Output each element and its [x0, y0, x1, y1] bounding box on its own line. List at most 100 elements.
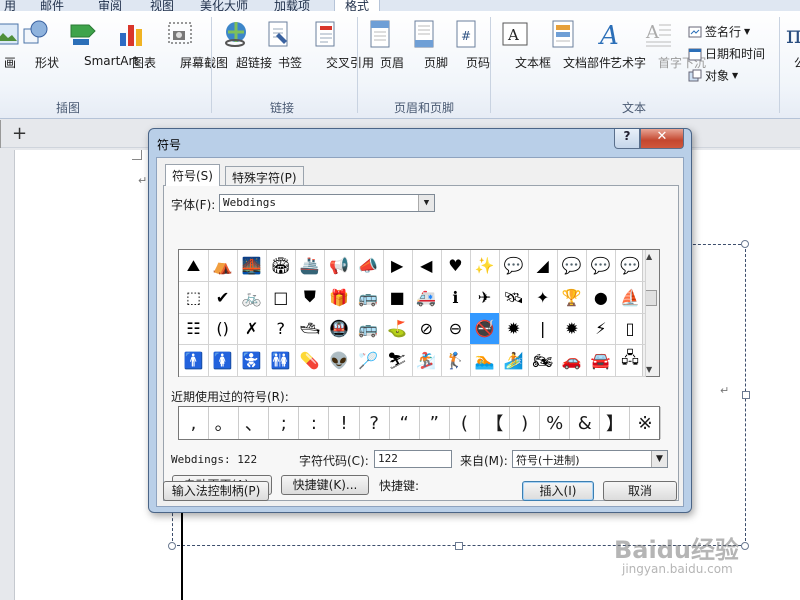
recent-symbol-cell[interactable]: ) — [510, 407, 541, 439]
recent-symbol-cell[interactable]: : — [299, 407, 330, 439]
symbol-cell[interactable]: 🚺 — [208, 344, 239, 377]
symbol-cell[interactable]: | — [528, 313, 559, 345]
ribbon-tab-review[interactable]: 审阅 — [98, 0, 122, 11]
symbol-cell[interactable]: ● — [586, 281, 617, 314]
insert-button[interactable]: 插入(I) — [522, 481, 594, 501]
symbol-cell[interactable]: 💬 — [557, 250, 588, 282]
recent-symbol-cell[interactable]: 。 — [209, 407, 240, 439]
object-button[interactable]: 对象 ▼ — [688, 67, 738, 84]
signature-line-button[interactable]: 签名行 ▼ — [688, 23, 750, 40]
symbol-cell[interactable]: 👽 — [324, 344, 355, 377]
symbol-cell[interactable]: ⊘ — [411, 313, 442, 345]
header-button[interactable]: 页眉 — [364, 19, 404, 70]
symbol-cell[interactable]: 🚹 — [179, 344, 209, 377]
drop-cap-button[interactable]: A 首字下沉 — [632, 19, 706, 70]
symbol-cell[interactable]: ⛳ — [382, 313, 413, 345]
symbol-cell[interactable]: 🎁 — [324, 281, 355, 314]
symbol-cell[interactable]: ■ — [382, 281, 413, 314]
symbol-cell[interactable]: () — [208, 313, 239, 345]
recent-symbol-cell[interactable]: ” — [420, 407, 450, 439]
symbol-cell[interactable]: 📣 — [353, 250, 384, 282]
symbol-cell[interactable]: ☷ — [179, 313, 209, 345]
symbol-cell[interactable]: 🚘 — [586, 344, 617, 377]
symbol-cell[interactable]: 🚌 — [353, 313, 384, 345]
symbol-cell[interactable]: 🏄 — [499, 344, 530, 377]
symbol-cell[interactable]: 🚌 — [353, 281, 384, 314]
resize-handle[interactable] — [741, 240, 749, 248]
ribbon-tab-format[interactable]: 格式 — [334, 0, 381, 11]
symbol-cell[interactable]: ✦ — [528, 281, 559, 314]
footer-button[interactable]: 页脚 — [408, 19, 448, 70]
recent-symbol-cell[interactable]: & — [570, 407, 601, 439]
symbol-cell[interactable]: ▯ — [615, 313, 646, 345]
symbol-cell[interactable]: 🚢 — [295, 250, 326, 282]
scroll-down-icon[interactable]: ▼ — [646, 365, 652, 374]
font-select[interactable]: Webdings ▼ — [219, 194, 435, 212]
ribbon-tab-reference[interactable]: 用 — [4, 0, 16, 11]
symbol-cell[interactable]: 🚇 — [324, 313, 355, 345]
ime-control-button[interactable]: 输入法控制柄(P) — [163, 481, 269, 501]
cancel-button[interactable]: 取消 — [603, 481, 677, 501]
recent-symbol-cell[interactable]: ? — [360, 407, 390, 439]
symbol-cell[interactable]: ✗ — [237, 313, 268, 345]
symbol-cell[interactable]: 💬 — [615, 250, 646, 282]
cross-reference-button[interactable]: 交叉引用 — [298, 19, 374, 70]
symbol-cell[interactable]: ⚡ — [586, 313, 617, 345]
chart-button[interactable]: 图表 — [116, 19, 156, 70]
symbol-cell[interactable]: 🚼 — [237, 344, 268, 377]
ribbon-tab-addins[interactable]: 加载项 — [274, 0, 310, 11]
ribbon-tab-beautify[interactable]: 美化大师 — [200, 0, 248, 11]
symbol-cell[interactable]: □ — [266, 281, 297, 314]
resize-handle[interactable] — [168, 542, 176, 550]
help-button[interactable]: ? — [614, 129, 640, 149]
quick-parts-button[interactable]: 文档部件 — [538, 19, 611, 70]
from-select[interactable]: 符号(十进制) ▼ — [512, 450, 668, 468]
recent-symbol-cell[interactable]: ! — [330, 407, 360, 439]
symbol-cell[interactable]: 🚑 — [411, 281, 442, 314]
symbol-cell[interactable]: ✨ — [470, 250, 500, 282]
recent-symbol-cell[interactable]: ; — [269, 407, 300, 439]
ribbon-tab-mailings[interactable]: 邮件 — [40, 0, 64, 11]
new-tab-button[interactable]: + — [12, 123, 27, 144]
symbol-cell[interactable]: 🏟 — [266, 250, 297, 282]
resize-handle[interactable] — [455, 542, 463, 550]
symbol-cell[interactable]: ✹ — [499, 313, 530, 345]
picture-button[interactable]: 画 — [0, 19, 19, 70]
symbol-cell[interactable]: ⛺ — [208, 250, 239, 282]
shortcut-key-button[interactable]: 快捷键(K)... — [281, 475, 369, 495]
symbol-cell[interactable]: ◀ — [411, 250, 442, 282]
recent-symbols-row[interactable]: ,。、;:!? “”(【)% &】 ※ — [178, 406, 661, 440]
symbol-cell[interactable]: 🚗 — [557, 344, 588, 377]
scrollbar-thumb[interactable] — [645, 290, 657, 306]
symbol-cell[interactable]: ⛊ — [295, 281, 326, 314]
symbol-cell[interactable]: ⛰ — [179, 250, 209, 282]
smartart-button[interactable]: SmartArt — [56, 19, 138, 68]
tab-symbols[interactable]: 符号(S) — [165, 164, 220, 186]
symbol-cell[interactable]: ✹ — [557, 313, 588, 345]
symbol-cell[interactable]: ◢ — [528, 250, 559, 282]
symbol-cell[interactable]: 🚲 — [237, 281, 268, 314]
char-code-field[interactable]: 122 — [374, 450, 452, 468]
bookmark-button[interactable]: 书签 — [262, 19, 302, 70]
resize-handle[interactable] — [741, 542, 749, 550]
recent-symbol-cell[interactable]: ( — [450, 407, 480, 439]
close-button[interactable]: ✕ — [640, 129, 684, 149]
symbol-grid[interactable]: ▲ ▼ ⛰ ⛺ 🌉 🏟 🚢 📢 📣 ▶ ◀ ♥ ✨ 💬 ◢ 💬 💬 💬 ⬚ ✔ 🚲 □ ⛊ 🎁 🚌 ■ 🚑 ℹ ✈ 🛰 ✦ 🏆 ● ⛵ ☷() ✗… — [178, 249, 660, 377]
symbol-cell[interactable]: ⊖ — [440, 313, 471, 345]
symbol-cell[interactable]: 💬 — [586, 250, 617, 282]
symbol-cell[interactable]: 🛰 — [499, 281, 530, 314]
wordart-button[interactable]: A 艺术字 — [590, 19, 646, 70]
symbol-cell[interactable]: 💊 — [295, 344, 326, 377]
symbol-cell[interactable]: 🏆 — [557, 281, 588, 314]
symbol-cell[interactable]: ⬚ — [179, 281, 209, 314]
symbol-cell[interactable]: 💬 — [499, 250, 530, 282]
symbol-cell[interactable]: 🏌 — [440, 344, 471, 377]
symbol-cell[interactable]: 🏸 — [353, 344, 384, 377]
symbol-cell[interactable]: 🛥 — [295, 313, 326, 345]
symbol-cell[interactable]: 🏊 — [470, 344, 500, 377]
recent-symbol-cell[interactable]: % — [540, 407, 571, 439]
symbol-cell[interactable]: 📢 — [324, 250, 355, 282]
resize-handle[interactable] — [742, 391, 750, 399]
symbol-cell[interactable]: 🏂 — [411, 344, 442, 377]
scroll-up-icon[interactable]: ▲ — [646, 252, 652, 261]
